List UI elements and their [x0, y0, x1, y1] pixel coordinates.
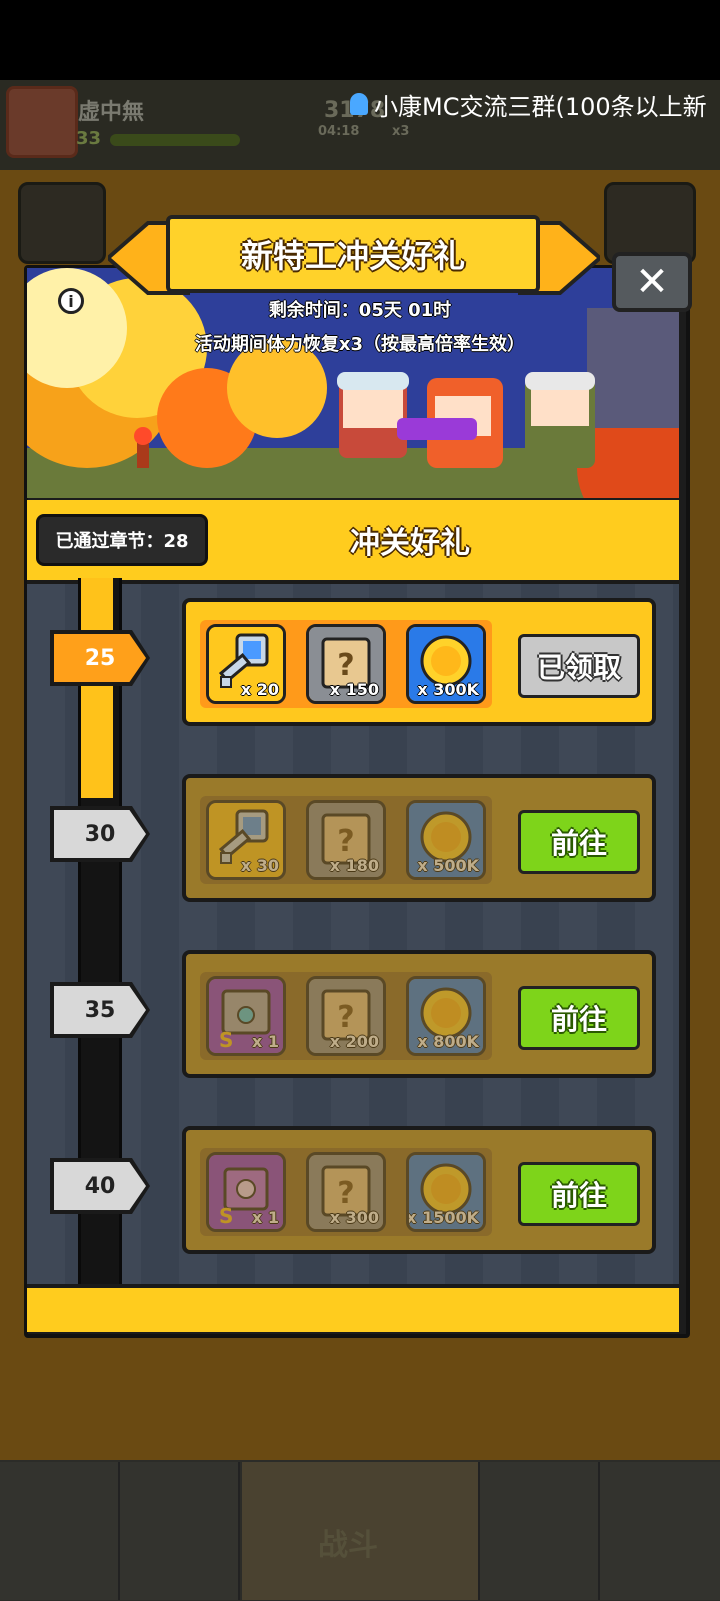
reward-count: x 180	[329, 856, 379, 875]
modal-title: 新特工冲关好礼	[166, 215, 540, 293]
reward-item[interactable]: x 30	[206, 800, 286, 880]
chapter-number: 30	[54, 810, 146, 858]
nav-equipment[interactable]	[120, 1462, 240, 1600]
go-button[interactable]: 前往	[518, 986, 640, 1050]
player-avatar[interactable]	[6, 86, 78, 158]
chapter-number: 35	[54, 986, 146, 1034]
chapter-marker-40: 40	[50, 1158, 150, 1214]
reward-tier-card: Sx 1? x 200 x 800K 前往	[182, 950, 656, 1078]
reward-count: x 200	[329, 1032, 379, 1051]
reward-count: x 300	[329, 1208, 379, 1227]
reward-items: x 20? x 150 x 300K	[200, 620, 492, 708]
status-bar	[0, 0, 720, 80]
nav-collection[interactable]	[600, 1462, 720, 1600]
reward-count: x 1500K	[406, 1208, 479, 1227]
svg-text:S: S	[219, 1204, 233, 1228]
battle-label: 战斗	[318, 1528, 378, 1563]
energy-multiplier: x3	[392, 124, 410, 139]
reward-item[interactable]: x 800K	[406, 976, 486, 1056]
reward-item[interactable]: x 500K	[406, 800, 486, 880]
menu-button[interactable]	[18, 182, 106, 264]
svg-text:S: S	[219, 1028, 233, 1052]
close-icon: ✕	[635, 259, 669, 305]
reward-tier-card: x 30? x 180 x 500K 前往	[182, 774, 656, 902]
reward-items: Sx 1? x 300 x 1500K	[200, 1148, 492, 1236]
reward-item[interactable]: ? x 180	[306, 800, 386, 880]
reward-count: x 150	[329, 680, 379, 699]
player-level: 33	[76, 128, 102, 149]
progress-fill	[81, 578, 113, 798]
chapter-marker-25: 25	[50, 630, 150, 686]
reward-count: x 500K	[417, 856, 479, 875]
reward-items: x 30? x 180 x 500K	[200, 796, 492, 884]
xp-bar	[110, 134, 240, 146]
reward-item[interactable]: ? x 300	[306, 1152, 386, 1232]
stamina-bonus-text: 活动期间体力恢复x3（按最高倍率生效）	[194, 334, 526, 355]
reward-count: x 300K	[417, 680, 479, 699]
claimed-button[interactable]: 已领取	[518, 634, 640, 698]
reward-item[interactable]: x 300K	[406, 624, 486, 704]
bell-icon	[350, 93, 368, 115]
reward-count: x 30	[240, 856, 279, 875]
svg-text:?: ?	[337, 648, 354, 683]
svg-text:?: ?	[337, 824, 354, 859]
close-button[interactable]: ✕	[612, 252, 692, 312]
reward-tier-card: x 20? x 150 x 300K 已领取	[182, 598, 656, 726]
svg-text:?: ?	[337, 1176, 354, 1211]
group-notification[interactable]: 小康MC交流三群(100条以上新	[350, 84, 720, 124]
modal-footer	[27, 1284, 679, 1332]
reward-tier-card: Sx 1? x 300 x 1500K 前往	[182, 1126, 656, 1254]
reward-item[interactable]: Sx 1	[206, 976, 286, 1056]
go-button[interactable]: 前往	[518, 1162, 640, 1226]
section-title: 冲关好礼	[350, 526, 470, 561]
remaining-time: 剩余时间：05天 01时	[268, 300, 452, 321]
player-name: 虚中無	[78, 100, 145, 125]
reward-count: x 1	[251, 1032, 279, 1051]
info-icon: i	[68, 291, 74, 311]
passed-chapters-badge: 已通过章节：28	[36, 514, 208, 566]
svg-text:?: ?	[337, 1000, 354, 1035]
reward-items: Sx 1? x 200 x 800K	[200, 972, 492, 1060]
reward-count: x 800K	[417, 1032, 479, 1051]
chapter-number: 40	[54, 1162, 146, 1210]
reward-item[interactable]: ? x 200	[306, 976, 386, 1056]
reward-count: x 20	[240, 680, 279, 699]
chapter-marker-35: 35	[50, 982, 150, 1038]
go-button[interactable]: 前往	[518, 810, 640, 874]
reward-item[interactable]: Sx 1	[206, 1152, 286, 1232]
nav-shop[interactable]	[0, 1462, 120, 1600]
nav-talent[interactable]	[480, 1462, 600, 1600]
notification-text: 小康MC交流三群(100条以上新	[374, 92, 707, 121]
chapter-number: 25	[54, 634, 146, 682]
info-button[interactable]: i	[58, 288, 84, 314]
reward-count: x 1	[251, 1208, 279, 1227]
chapter-marker-30: 30	[50, 806, 150, 862]
reward-item[interactable]: ? x 150	[306, 624, 386, 704]
reward-item[interactable]: x 1500K	[406, 1152, 486, 1232]
energy-timer: 04:18	[318, 124, 360, 139]
reward-item[interactable]: x 20	[206, 624, 286, 704]
